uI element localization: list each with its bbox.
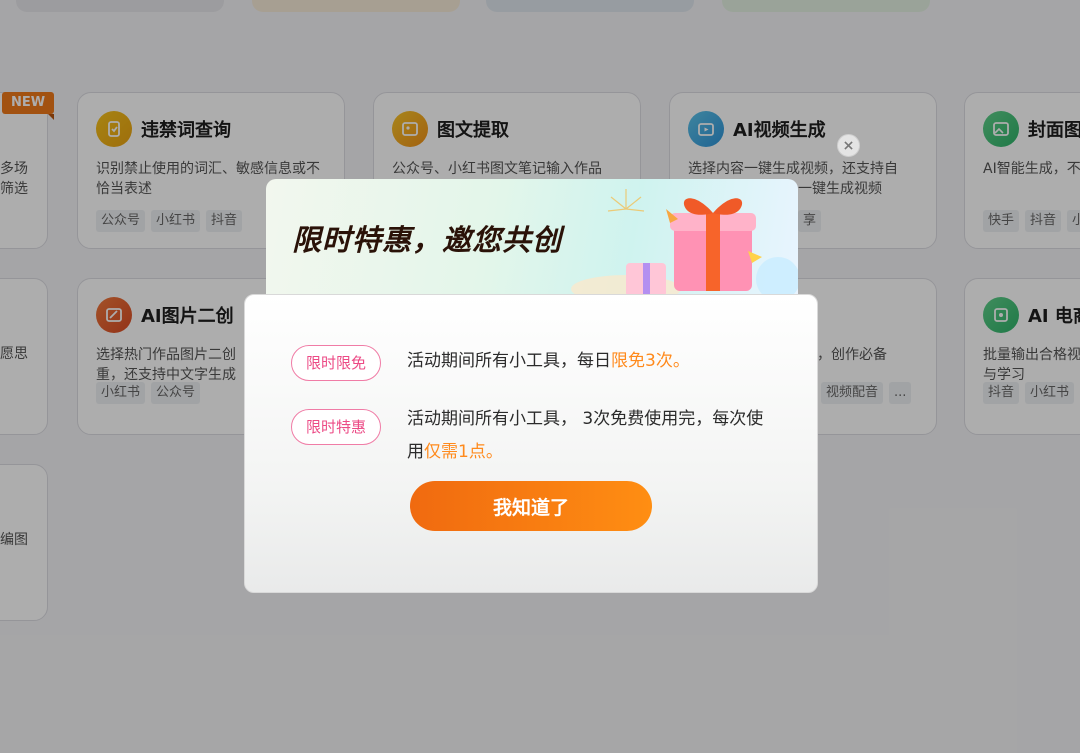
close-button[interactable]: [837, 134, 860, 157]
promo-highlight: 仅需1点。: [424, 442, 503, 462]
promo-row-free: 限时限免 活动期间所有小工具，每日限免3次。: [291, 345, 777, 381]
promo-row-text: 活动期间所有小工具， 3次免费使用完，每次使用仅需1点。: [407, 403, 777, 469]
banner-title: 限时特惠，邀您共创: [292, 223, 563, 257]
promo-badge-free: 限时限免: [291, 345, 381, 381]
confirm-button[interactable]: 我知道了: [410, 481, 652, 531]
promo-badge-discount: 限时特惠: [291, 409, 381, 445]
promo-highlight: 限免3次。: [611, 351, 690, 371]
gift-box-icon: [571, 189, 798, 303]
promo-row-text: 活动期间所有小工具，每日限免3次。: [407, 345, 777, 381]
promo-banner: 限时特惠，邀您共创: [266, 179, 798, 303]
close-icon: [844, 141, 853, 150]
promo-row-discount: 限时特惠 活动期间所有小工具， 3次免费使用完，每次使用仅需1点。: [291, 403, 777, 469]
promo-dialog: 限时限免 活动期间所有小工具，每日限免3次。 限时特惠 活动期间所有小工具， 3…: [244, 294, 818, 593]
promo-text: 活动期间所有小工具，每日: [407, 351, 611, 371]
